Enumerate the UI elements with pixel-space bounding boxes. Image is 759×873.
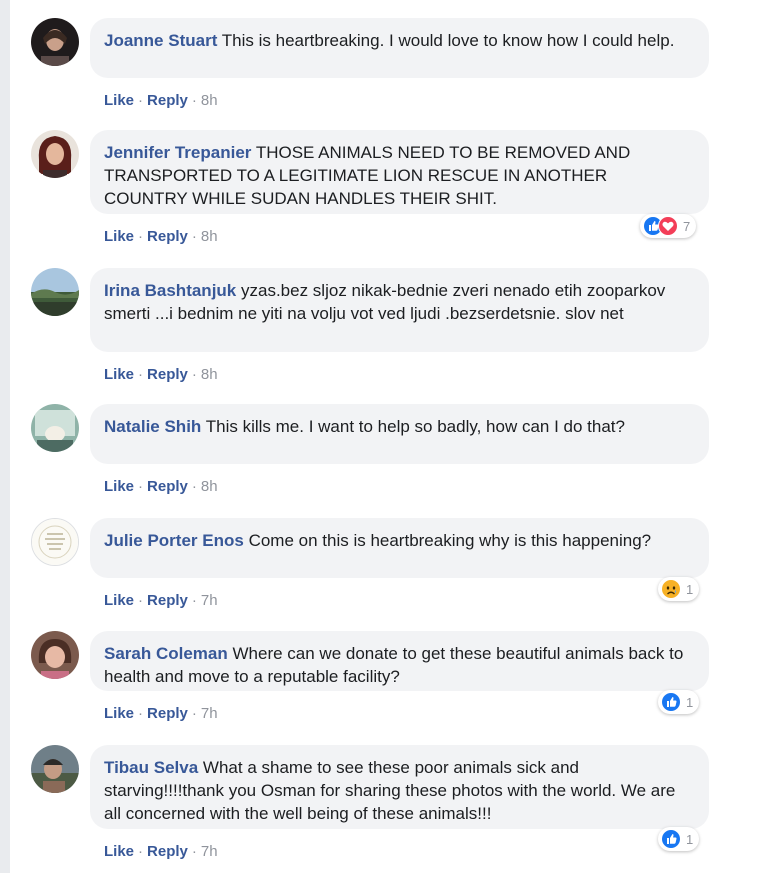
separator: ·: [191, 705, 197, 722]
like-link[interactable]: Like: [104, 843, 134, 860]
separator: ·: [191, 366, 197, 383]
comment-author[interactable]: Julie Porter Enos: [104, 531, 244, 550]
reaction-count: 1: [686, 694, 694, 710]
comment-author[interactable]: Natalie Shih: [104, 417, 201, 436]
avatar[interactable]: [31, 18, 79, 66]
reaction-count: 7: [683, 218, 691, 234]
like-icon: [661, 692, 681, 712]
timestamp[interactable]: 7h: [201, 592, 218, 609]
reaction-count: 1: [686, 581, 694, 597]
reply-link[interactable]: Reply: [147, 366, 188, 383]
reaction-summary[interactable]: 1: [658, 690, 700, 714]
reply-link[interactable]: Reply: [147, 478, 188, 495]
separator: ·: [191, 478, 197, 495]
comment-actions: Like · Reply · 8h: [104, 92, 218, 110]
comment-text: Come on this is heartbreaking why is thi…: [248, 531, 652, 550]
avatar[interactable]: [31, 404, 79, 452]
separator: ·: [138, 705, 144, 722]
comment-bubble: Joanne Stuart This is heartbreaking. I w…: [90, 18, 709, 78]
comment-bubble: Sarah Coleman Where can we donate to get…: [90, 631, 709, 691]
like-link[interactable]: Like: [104, 478, 134, 495]
comment-text: This kills me. I want to help so badly, …: [205, 417, 625, 436]
comment-bubble: Irina Bashtanjuk yzas.bez sljoz nikak-be…: [90, 268, 709, 352]
avatar[interactable]: [31, 631, 79, 679]
comment-actions: Like · Reply · 7h: [104, 843, 218, 861]
love-icon: [658, 216, 678, 236]
comment-actions: Like · Reply · 7h: [104, 592, 218, 610]
reaction-count: 1: [686, 831, 694, 847]
comment-author[interactable]: Jennifer Trepanier: [104, 143, 251, 162]
separator: ·: [138, 592, 144, 609]
comment-bubble: Natalie Shih This kills me. I want to he…: [90, 404, 709, 464]
like-icon: [661, 829, 681, 849]
comment-bubble: Tibau Selva What a shame to see these po…: [90, 745, 709, 829]
sad-icon: [661, 579, 681, 599]
like-link[interactable]: Like: [104, 705, 134, 722]
separator: ·: [191, 228, 197, 245]
reaction-summary[interactable]: 7: [640, 214, 697, 238]
separator: ·: [138, 843, 144, 860]
timestamp[interactable]: 7h: [201, 843, 218, 860]
separator: ·: [191, 843, 197, 860]
left-page-edge: [0, 0, 10, 873]
reply-link[interactable]: Reply: [147, 843, 188, 860]
separator: ·: [138, 366, 144, 383]
avatar[interactable]: [31, 268, 79, 316]
timestamp[interactable]: 7h: [201, 705, 218, 722]
reply-link[interactable]: Reply: [147, 592, 188, 609]
avatar[interactable]: [31, 745, 79, 793]
reaction-summary[interactable]: 1: [658, 827, 700, 851]
separator: ·: [138, 92, 144, 109]
timestamp[interactable]: 8h: [201, 478, 218, 495]
timestamp[interactable]: 8h: [201, 92, 218, 109]
comment-actions: Like · Reply · 7h: [104, 705, 218, 723]
comment-actions: Like · Reply · 8h: [104, 228, 218, 246]
comment-author[interactable]: Tibau Selva: [104, 758, 198, 777]
reply-link[interactable]: Reply: [147, 228, 188, 245]
like-link[interactable]: Like: [104, 228, 134, 245]
comment-bubble: Jennifer Trepanier THOSE ANIMALS NEED TO…: [90, 130, 709, 214]
comment-author[interactable]: Sarah Coleman: [104, 644, 228, 663]
comment-actions: Like · Reply · 8h: [104, 478, 218, 496]
like-link[interactable]: Like: [104, 592, 134, 609]
separator: ·: [191, 92, 197, 109]
comment-actions: Like · Reply · 8h: [104, 366, 218, 384]
reply-link[interactable]: Reply: [147, 705, 188, 722]
timestamp[interactable]: 8h: [201, 366, 218, 383]
separator: ·: [138, 478, 144, 495]
separator: ·: [191, 592, 197, 609]
reply-link[interactable]: Reply: [147, 92, 188, 109]
like-link[interactable]: Like: [104, 92, 134, 109]
comment-text: This is heartbreaking. I would love to k…: [221, 31, 675, 50]
separator: ·: [138, 228, 144, 245]
reaction-summary[interactable]: 1: [658, 577, 700, 601]
timestamp[interactable]: 8h: [201, 228, 218, 245]
like-link[interactable]: Like: [104, 366, 134, 383]
avatar[interactable]: [31, 130, 79, 178]
avatar[interactable]: [31, 518, 79, 566]
comment-author[interactable]: Irina Bashtanjuk: [104, 281, 236, 300]
comment-bubble: Julie Porter Enos Come on this is heartb…: [90, 518, 709, 578]
comment-author[interactable]: Joanne Stuart: [104, 31, 217, 50]
